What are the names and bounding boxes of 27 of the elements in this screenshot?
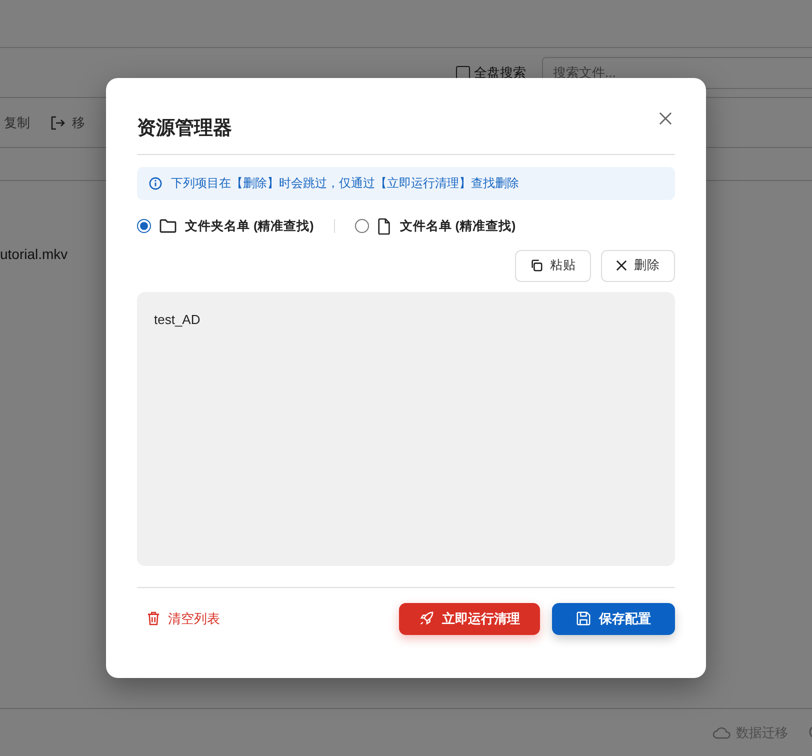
list-field[interactable]: test_AD [137, 292, 675, 566]
radio-option[interactable]: 文件夹名单 (精准查找) [137, 218, 314, 235]
toolbar-button[interactable]: 移 [50, 114, 85, 132]
rocket-icon [419, 611, 434, 626]
info-icon [149, 176, 162, 190]
dialog-title: 资源管理器 [137, 116, 675, 155]
toolbar-button[interactable]: 复制 [4, 114, 30, 132]
close-icon [616, 260, 627, 272]
list-entry: test_AD [154, 312, 202, 327]
run-cleanup-button[interactable]: 立即运行清理 [399, 602, 540, 635]
exit-icon [50, 114, 66, 130]
trash-icon [147, 611, 160, 626]
copy-icon [530, 259, 543, 272]
clear-list-button[interactable]: 清空列表 [137, 602, 230, 635]
radio-option[interactable]: 文件名单 (精准查找) [354, 218, 516, 235]
radio-button[interactable] [354, 219, 369, 234]
notice-text: 下列项目在【删除】时会跳过，仅通过【立即运行清理】查找删除 [171, 174, 519, 192]
save-icon [576, 611, 591, 626]
save-config-button[interactable]: 保存配置 [552, 602, 675, 635]
file-icon [376, 218, 392, 235]
file-name[interactable]: utorial.mkv [0, 246, 68, 262]
delete-button[interactable]: 删除 [601, 250, 675, 282]
cloud-icon [712, 724, 732, 740]
folder-icon [159, 218, 177, 234]
paste-button[interactable]: 粘贴 [515, 250, 591, 282]
radio-button[interactable] [137, 219, 151, 234]
close-icon[interactable] [659, 112, 672, 125]
